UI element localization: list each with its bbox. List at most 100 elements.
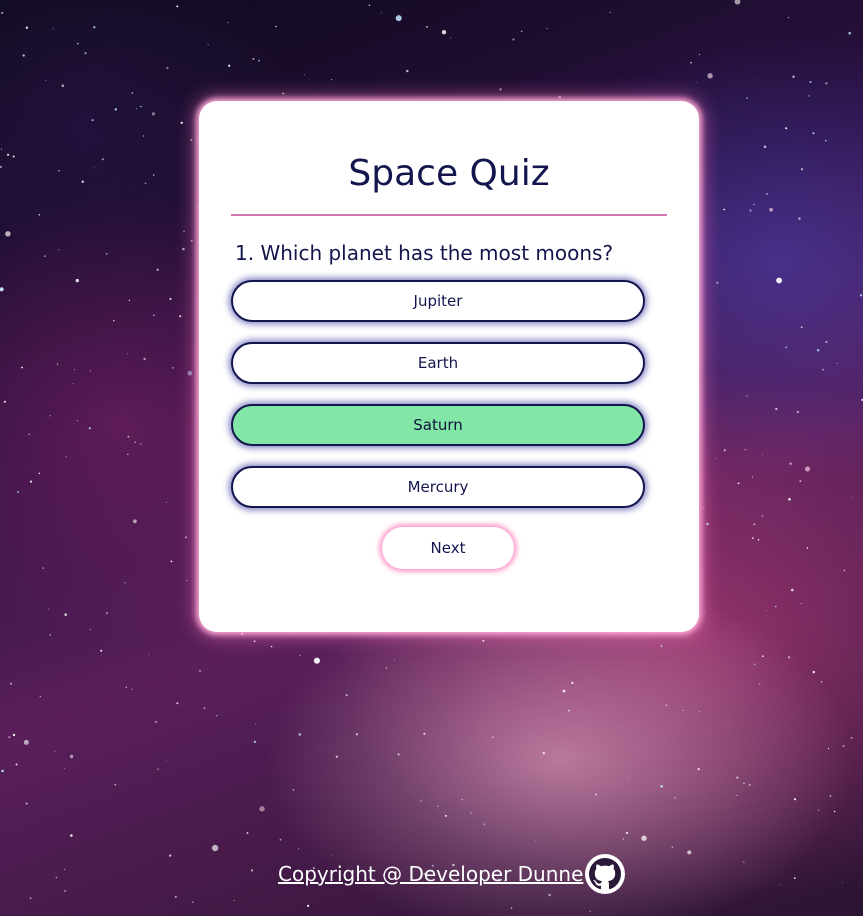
star bbox=[736, 794, 738, 797]
next-button[interactable]: Next bbox=[382, 527, 514, 569]
star bbox=[619, 726, 621, 727]
star bbox=[165, 501, 167, 503]
star bbox=[697, 768, 700, 771]
star bbox=[345, 694, 348, 697]
star bbox=[482, 639, 485, 642]
star bbox=[76, 420, 79, 422]
star bbox=[176, 5, 179, 8]
star bbox=[800, 168, 804, 171]
star bbox=[298, 848, 299, 850]
star bbox=[789, 462, 792, 465]
star bbox=[368, 4, 371, 7]
star bbox=[702, 507, 704, 509]
github-icon[interactable] bbox=[585, 854, 626, 894]
star bbox=[29, 480, 33, 483]
star bbox=[757, 539, 760, 541]
star bbox=[660, 645, 663, 648]
star bbox=[172, 367, 174, 369]
star bbox=[105, 252, 108, 255]
star bbox=[808, 95, 810, 97]
question-text: 1. Which planet has the most moons? bbox=[235, 241, 614, 265]
star bbox=[187, 370, 193, 376]
answer-button-mercury[interactable]: Mercury bbox=[231, 466, 645, 508]
star bbox=[723, 208, 726, 211]
star bbox=[671, 846, 674, 848]
star bbox=[704, 612, 706, 614]
title-divider bbox=[231, 214, 667, 216]
star bbox=[133, 519, 137, 524]
star bbox=[124, 582, 126, 584]
star bbox=[780, 884, 782, 885]
star bbox=[716, 281, 719, 284]
star bbox=[127, 435, 130, 438]
star bbox=[792, 75, 795, 78]
star bbox=[763, 145, 767, 149]
star bbox=[228, 64, 231, 67]
star bbox=[0, 148, 2, 150]
star bbox=[23, 739, 29, 745]
star bbox=[859, 294, 863, 297]
star bbox=[183, 230, 185, 232]
star bbox=[423, 732, 426, 735]
star bbox=[144, 182, 147, 185]
star bbox=[135, 108, 137, 110]
star bbox=[816, 348, 820, 352]
star bbox=[52, 28, 54, 30]
star bbox=[499, 88, 502, 91]
star bbox=[190, 139, 193, 142]
star bbox=[184, 536, 187, 539]
star bbox=[707, 73, 713, 79]
star bbox=[134, 441, 136, 443]
star bbox=[233, 900, 235, 902]
star bbox=[81, 180, 84, 183]
star bbox=[450, 37, 451, 39]
star bbox=[88, 427, 91, 430]
star bbox=[492, 736, 494, 738]
star bbox=[595, 793, 597, 796]
answer-button-saturn[interactable]: Saturn bbox=[231, 404, 645, 446]
copyright-link[interactable]: Copyright @ Developer Dunne bbox=[278, 854, 583, 894]
star bbox=[825, 82, 828, 85]
star bbox=[131, 92, 133, 94]
star bbox=[292, 789, 295, 791]
star bbox=[812, 670, 815, 674]
star bbox=[307, 904, 310, 907]
star bbox=[0, 165, 2, 168]
star bbox=[227, 21, 229, 23]
star bbox=[176, 702, 179, 705]
star bbox=[698, 711, 701, 713]
star bbox=[836, 362, 838, 364]
star bbox=[9, 682, 13, 685]
star bbox=[64, 613, 67, 616]
star bbox=[131, 688, 133, 690]
star bbox=[207, 44, 209, 46]
star bbox=[793, 798, 797, 801]
star bbox=[558, 95, 561, 99]
star bbox=[1, 769, 4, 773]
star bbox=[313, 657, 320, 664]
answer-button-jupiter[interactable]: Jupiter bbox=[231, 280, 645, 322]
star bbox=[833, 810, 836, 813]
star bbox=[100, 649, 103, 652]
star bbox=[246, 832, 249, 834]
star bbox=[395, 15, 402, 22]
quiz-card: Space Quiz 1. Which planet has the most … bbox=[199, 101, 699, 632]
star bbox=[252, 57, 255, 60]
star bbox=[628, 779, 630, 780]
star bbox=[28, 433, 30, 436]
answer-button-earth[interactable]: Earth bbox=[231, 342, 645, 384]
star bbox=[571, 681, 574, 685]
star bbox=[21, 366, 23, 369]
star bbox=[93, 26, 96, 29]
star bbox=[776, 277, 782, 284]
star bbox=[180, 121, 183, 124]
star bbox=[331, 79, 333, 81]
star bbox=[49, 634, 51, 636]
star bbox=[203, 707, 206, 710]
star bbox=[609, 11, 611, 13]
star bbox=[17, 490, 20, 494]
star bbox=[757, 79, 759, 81]
star bbox=[753, 203, 755, 206]
star bbox=[355, 733, 358, 736]
star bbox=[65, 456, 67, 458]
